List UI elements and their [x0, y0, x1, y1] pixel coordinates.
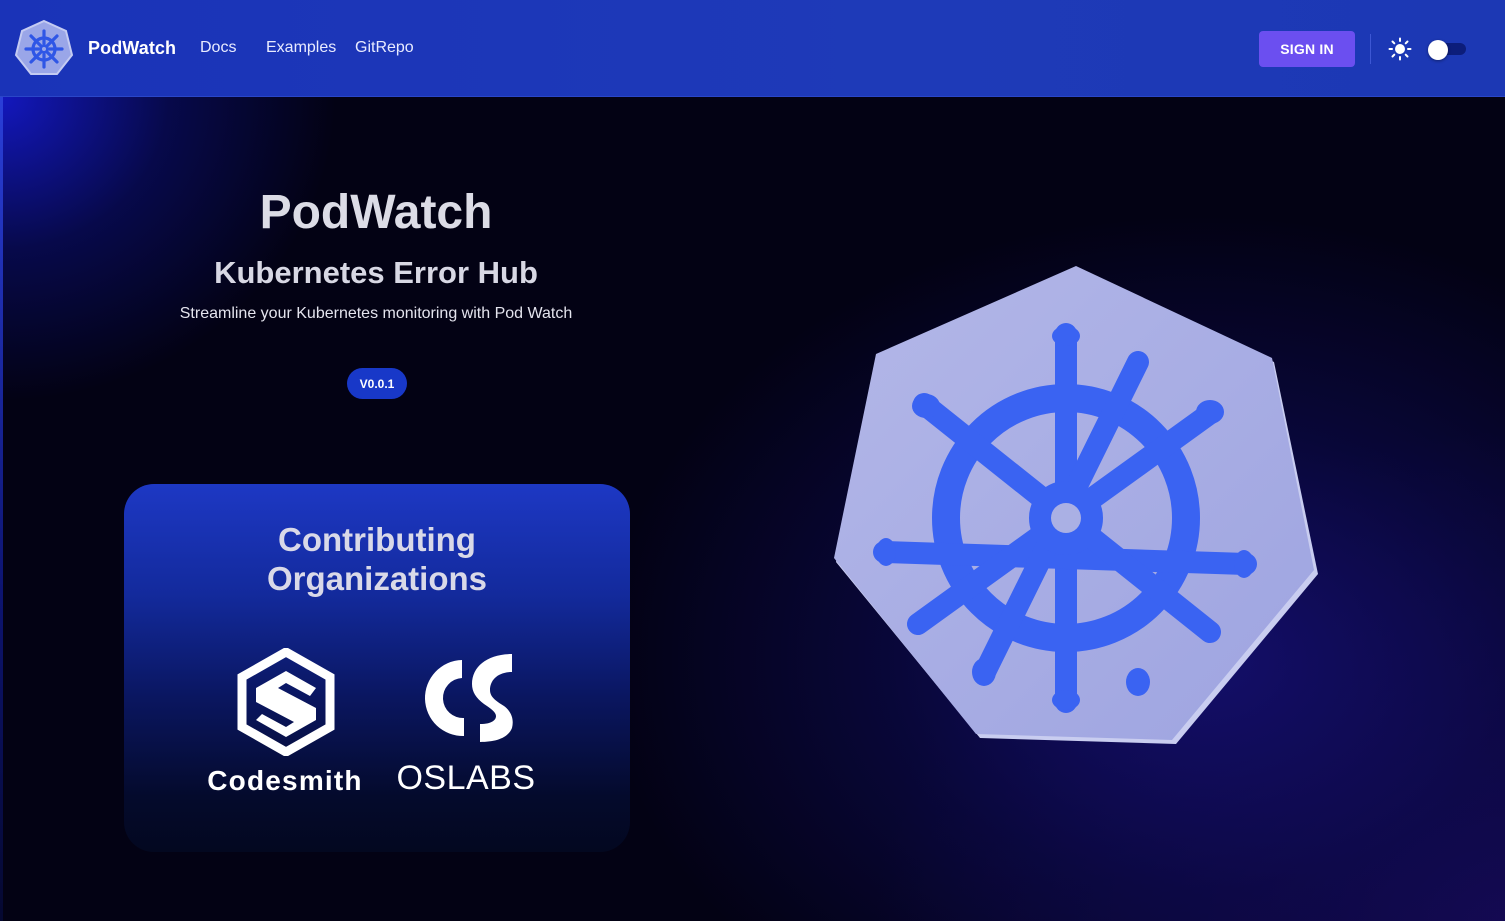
- nav-link-docs[interactable]: Docs: [200, 39, 236, 57]
- nav-link-examples[interactable]: Examples: [266, 39, 336, 57]
- contributing-organizations-card: Contributing Organizations Codesmith OSL…: [124, 484, 630, 852]
- card-title-line1: Contributing: [278, 521, 476, 558]
- toggle-thumb: [1428, 40, 1448, 60]
- brand-name[interactable]: PodWatch: [88, 38, 176, 59]
- sign-in-button[interactable]: SIGN IN: [1259, 31, 1355, 67]
- page-title: PodWatch: [259, 186, 493, 239]
- nav-link-gitrepo[interactable]: GitRepo: [355, 39, 414, 57]
- kubernetes-logo-icon[interactable]: [14, 19, 74, 79]
- oslabs-label: OSLABS: [396, 759, 536, 797]
- sun-icon[interactable]: [1388, 37, 1412, 61]
- theme-toggle[interactable]: [1428, 40, 1466, 60]
- codesmith-label: Codesmith: [207, 765, 363, 796]
- left-edge-glow: [0, 97, 3, 921]
- codesmith-logo-icon[interactable]: [236, 648, 336, 756]
- navbar-divider: [1370, 34, 1371, 64]
- top-navbar: PodWatch Docs Examples GitRepo SIGN IN: [0, 0, 1505, 97]
- version-badge: V0.0.1: [347, 368, 407, 399]
- card-title-line2: Organizations: [266, 560, 488, 597]
- oslabs-logo-icon[interactable]: [420, 650, 516, 744]
- tagline: Streamline your Kubernetes monitoring wi…: [179, 305, 573, 322]
- page-subtitle: Kubernetes Error Hub: [214, 255, 538, 290]
- card-title: Contributing Organizations: [124, 520, 630, 598]
- kubernetes-wheel-icon: [834, 266, 1318, 744]
